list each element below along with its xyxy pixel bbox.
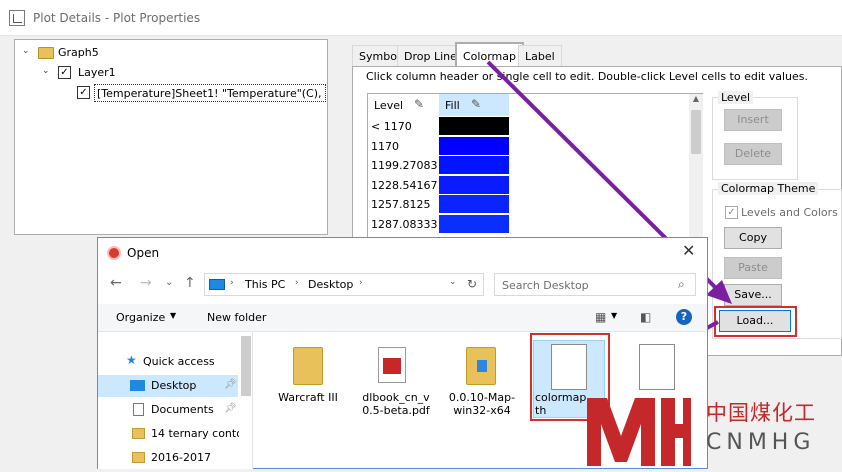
nav-desktop[interactable]: Desktop xyxy=(151,379,196,392)
file-icon xyxy=(639,344,675,390)
chevron-right-icon: › xyxy=(230,278,234,288)
organize-dropdown-icon[interactable]: ▼ xyxy=(170,311,176,320)
pdf-file-icon xyxy=(378,347,406,383)
file-map-folder[interactable]: 0.0.10-Map-win32-x64 xyxy=(448,391,516,417)
cnmhg-logo xyxy=(583,390,693,469)
search-placeholder: Search Desktop xyxy=(502,279,589,292)
dropdown-chevron-icon[interactable]: ⌄ xyxy=(449,277,457,287)
preview-pane-icon[interactable]: ◧ xyxy=(640,310,651,324)
open-dialog-icon xyxy=(107,246,121,260)
folder-icon xyxy=(132,452,145,463)
refresh-icon[interactable]: ↻ xyxy=(467,277,477,291)
search-box[interactable]: Search Desktop ⌕ xyxy=(494,273,696,296)
nav-quick-access[interactable]: Quick access xyxy=(143,355,215,368)
file-dlbook[interactable]: dlbook_cn_v0.5-beta.pdf xyxy=(358,391,434,417)
folder-icon xyxy=(132,428,145,439)
pin-icon: 📌︎ xyxy=(224,379,237,390)
new-folder-button[interactable]: New folder xyxy=(207,311,266,324)
dialog-toolbar: Organize ▼ New folder ▦ ▼ ◧ ? xyxy=(98,304,707,332)
file-warcraft[interactable]: Warcraft III xyxy=(270,391,346,404)
help-icon[interactable]: ? xyxy=(676,309,692,325)
pin-icon: 📌︎ xyxy=(224,403,237,414)
nav-scrollbar-thumb[interactable] xyxy=(241,336,251,396)
view-grid-icon[interactable]: ▦ xyxy=(595,310,606,324)
star-icon: ★ xyxy=(126,353,137,367)
organize-button[interactable]: Organize xyxy=(116,311,165,324)
breadcrumb-this-pc[interactable]: This PC xyxy=(245,278,285,291)
address-bar[interactable]: › This PC › Desktop › ⌄ ↻ xyxy=(204,273,484,296)
app-badge-icon xyxy=(477,360,487,372)
chevron-right-icon: › xyxy=(295,278,299,288)
search-icon[interactable]: ⌕ xyxy=(678,277,685,292)
desktop-icon xyxy=(130,380,145,391)
close-icon[interactable]: ✕ xyxy=(682,241,695,260)
pdf-badge-icon xyxy=(383,358,401,374)
recent-chevron-icon[interactable]: ⌄ xyxy=(165,277,173,288)
folder-icon xyxy=(466,347,496,385)
watermark-english: CNMHG xyxy=(706,430,816,455)
nav-2016-2017-folder[interactable]: 2016-2017 xyxy=(151,451,211,464)
view-dropdown-icon[interactable]: ▼ xyxy=(611,311,617,320)
navigation-pane xyxy=(98,332,253,469)
pc-icon xyxy=(209,279,225,290)
breadcrumb-desktop[interactable]: Desktop xyxy=(308,278,353,291)
up-arrow-icon[interactable]: ↑ xyxy=(184,275,196,291)
open-dialog-title: Open xyxy=(127,246,160,260)
nav-ternary-folder[interactable]: 14 ternary conto xyxy=(151,427,239,440)
forward-arrow-icon[interactable]: → xyxy=(140,275,152,291)
folder-icon xyxy=(293,347,323,385)
documents-icon xyxy=(133,403,144,416)
watermark-chinese: 中国煤化工 xyxy=(706,401,816,425)
nav-documents[interactable]: Documents xyxy=(151,403,214,416)
chevron-right-icon: › xyxy=(359,278,363,288)
back-arrow-icon[interactable]: ← xyxy=(110,275,122,291)
